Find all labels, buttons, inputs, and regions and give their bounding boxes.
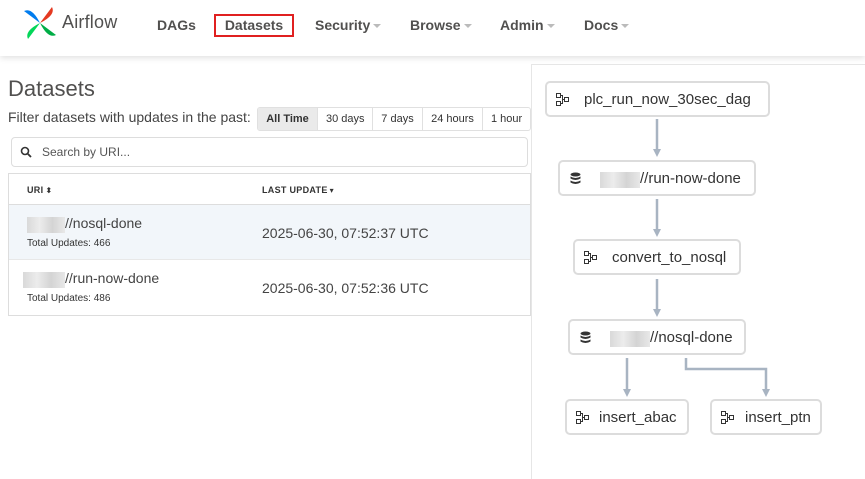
search-icon bbox=[20, 146, 32, 158]
airflow-logo-icon[interactable] bbox=[22, 5, 58, 41]
row-uri: //nosql-done bbox=[65, 215, 143, 231]
graph-node-label: //run-now-done bbox=[640, 170, 741, 187]
graph-node-dag[interactable]: insert_abac bbox=[565, 399, 689, 435]
database-icon bbox=[570, 172, 581, 184]
nav-docs[interactable]: Docs bbox=[584, 17, 630, 33]
dag-icon bbox=[576, 411, 589, 424]
row-last-update: 2025-06-30, 07:52:37 UTC bbox=[262, 225, 429, 241]
graph-node-label: plc_run_now_30sec_dag bbox=[584, 91, 751, 108]
row-uri: //run-now-done bbox=[65, 270, 160, 286]
nav-docs-label: Docs bbox=[584, 17, 619, 33]
filter-24-hours[interactable]: 24 hours bbox=[423, 108, 483, 130]
search-box bbox=[11, 137, 528, 167]
nav-admin-label: Admin bbox=[500, 17, 544, 33]
graph-node-label: convert_to_nosql bbox=[612, 249, 727, 266]
nav-security[interactable]: Security bbox=[315, 17, 382, 33]
filter-all-time[interactable]: All Time bbox=[258, 108, 318, 130]
graph-node-label: insert_ptn bbox=[745, 409, 811, 426]
chevron-down-icon bbox=[546, 24, 555, 29]
graph-node-label: insert_abac bbox=[599, 409, 677, 426]
edge bbox=[684, 358, 770, 397]
sort-both-icon: ⬍ bbox=[45, 186, 53, 195]
table-header: URI ⬍ LAST UPDATE ▾ bbox=[9, 174, 530, 205]
graph-node-label: //nosql-done bbox=[650, 329, 733, 346]
filter-7-days[interactable]: 7 days bbox=[373, 108, 423, 130]
graph-node-dag[interactable]: plc_run_now_30sec_dag bbox=[545, 81, 770, 117]
redacted-uri-prefix bbox=[610, 331, 650, 347]
nav-browse-label: Browse bbox=[410, 17, 461, 33]
chevron-down-icon bbox=[373, 24, 382, 29]
filter-label: Filter datasets with updates in the past… bbox=[8, 109, 251, 125]
row-total-updates: Total Updates: 466 bbox=[27, 238, 111, 249]
graph-node-dataset[interactable]: //run-now-done bbox=[558, 160, 756, 196]
dag-icon bbox=[584, 251, 597, 264]
redacted-uri-prefix bbox=[23, 272, 65, 288]
row-total-updates: Total Updates: 486 bbox=[27, 293, 111, 304]
graph-node-dag[interactable]: insert_ptn bbox=[710, 399, 822, 435]
brand-name[interactable]: Airflow bbox=[62, 12, 117, 33]
table-row[interactable]: //run-now-done Total Updates: 486 2025-0… bbox=[9, 260, 530, 315]
search-input[interactable] bbox=[42, 138, 522, 166]
page-title: Datasets bbox=[8, 76, 95, 101]
graph-node-dataset[interactable]: //nosql-done bbox=[568, 319, 746, 355]
datasets-table: URI ⬍ LAST UPDATE ▾ //nosql-done Total Upd… bbox=[8, 173, 531, 316]
dataset-dependency-graph[interactable]: plc_run_now_30sec_dag //run-now-done con… bbox=[531, 64, 865, 479]
nav-admin[interactable]: Admin bbox=[500, 17, 555, 33]
time-filter-group: All Time 30 days 7 days 24 hours 1 hour bbox=[257, 107, 531, 131]
table-row[interactable]: //nosql-done Total Updates: 466 2025-06-… bbox=[9, 205, 530, 260]
column-header-last-update-label: LAST UPDATE bbox=[262, 185, 328, 195]
redacted-uri-prefix bbox=[600, 172, 640, 188]
nav-browse[interactable]: Browse bbox=[410, 17, 472, 33]
column-header-last-update[interactable]: LAST UPDATE ▾ bbox=[262, 185, 334, 195]
filter-30-days[interactable]: 30 days bbox=[318, 108, 373, 130]
graph-node-dag[interactable]: convert_to_nosql bbox=[573, 239, 741, 275]
nav-security-label: Security bbox=[315, 17, 371, 33]
database-icon bbox=[580, 331, 591, 343]
filter-1-hour[interactable]: 1 hour bbox=[483, 108, 530, 130]
sort-desc-icon: ▾ bbox=[329, 186, 334, 195]
row-last-update: 2025-06-30, 07:52:36 UTC bbox=[262, 280, 429, 296]
redacted-uri-prefix bbox=[27, 217, 65, 233]
top-navbar: Airflow DAGs Datasets Security Browse Ad… bbox=[0, 0, 865, 56]
chevron-down-icon bbox=[463, 24, 472, 29]
dag-icon bbox=[556, 93, 569, 106]
dag-icon bbox=[721, 411, 734, 424]
column-header-uri[interactable]: URI ⬍ bbox=[27, 185, 52, 195]
column-header-uri-label: URI bbox=[27, 185, 44, 195]
chevron-down-icon bbox=[621, 24, 630, 29]
nav-datasets[interactable]: Datasets bbox=[214, 14, 294, 37]
nav-dags[interactable]: DAGs bbox=[157, 17, 196, 33]
